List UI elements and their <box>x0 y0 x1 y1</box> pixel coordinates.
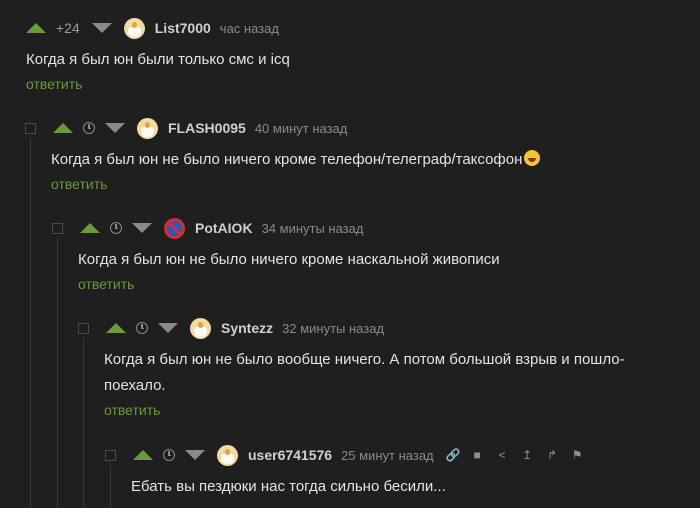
comment: PotAIOK 34 минуты назад Когда я был юн н… <box>52 216 700 292</box>
reply-link[interactable]: ответить <box>78 276 700 292</box>
comment-header: user6741576 25 минут назад 🔗 ■ < ↥ ↱ ⚑ <box>105 443 700 467</box>
comment-actions: 🔗 ■ < ↥ ↱ ⚑ <box>446 448 584 462</box>
collapse-toggle[interactable] <box>78 322 89 334</box>
upvote-button[interactable] <box>106 323 126 333</box>
comment-text: Когда я был юн не было ничего кроме теле… <box>51 147 700 173</box>
collapse-toggle[interactable] <box>52 222 63 234</box>
branch-icon[interactable]: ↱ <box>546 448 559 462</box>
comment-text: Ебать вы пездюки нас тогда сильно бесили… <box>131 478 446 495</box>
flag-icon[interactable]: ⚑ <box>571 448 584 462</box>
link-icon[interactable]: 🔗 <box>446 448 461 462</box>
scroll-up-icon[interactable]: ↥ <box>521 448 534 462</box>
comment-time[interactable]: 32 минуты назад <box>282 321 384 336</box>
clock-icon <box>110 222 122 234</box>
author-name[interactable]: user6741576 <box>248 447 332 463</box>
author-name[interactable]: PotAIOK <box>195 220 253 236</box>
clock-icon <box>163 449 175 461</box>
collapse-toggle[interactable] <box>105 449 116 461</box>
comment-text: Когда я был юн не было ничего кроме наск… <box>78 251 500 268</box>
upvote-button[interactable] <box>133 450 153 460</box>
comment-time[interactable]: 25 минут назад <box>341 448 434 463</box>
comment: FLASH0095 40 минут назад Когда я был юн … <box>25 116 700 192</box>
downvote-button[interactable] <box>158 323 178 333</box>
comment-header: +24 List7000 час назад <box>26 16 700 40</box>
downvote-button[interactable] <box>105 123 125 133</box>
downvote-button[interactable] <box>185 450 205 460</box>
clock-icon <box>83 122 95 134</box>
comment-text: Когда я был юн были только смс и icq <box>26 51 290 68</box>
clock-icon <box>136 322 148 334</box>
upvote-button[interactable] <box>80 223 100 233</box>
downvote-button[interactable] <box>132 223 152 233</box>
comment-text-line: Когда я был юн не было вообще ничего. А … <box>104 351 625 368</box>
avatar[interactable] <box>137 117 158 139</box>
save-icon[interactable]: ■ <box>471 448 484 462</box>
comment-text-line: поехало. <box>104 377 166 394</box>
avatar[interactable] <box>164 217 185 239</box>
rating-score: +24 <box>56 20 80 36</box>
comment: +24 List7000 час назад Когда я был юн бы… <box>26 16 700 92</box>
comment-time[interactable]: час назад <box>220 21 279 36</box>
downvote-button[interactable] <box>91 23 112 33</box>
author-name[interactable]: Syntezz <box>221 320 273 336</box>
laughing-emoji-icon <box>524 150 541 166</box>
collapse-toggle[interactable] <box>25 122 36 134</box>
upvote-button[interactable] <box>26 23 46 33</box>
share-icon[interactable]: < <box>496 448 509 462</box>
reply-link[interactable]: ответить <box>104 402 700 418</box>
comment-text: Когда я был юн не было вообще ничего. А … <box>104 347 700 399</box>
author-name[interactable]: FLASH0095 <box>168 120 246 136</box>
comment: Syntezz 32 минуты назад Когда я был юн н… <box>78 316 700 418</box>
upvote-button[interactable] <box>53 123 73 133</box>
comment-header: FLASH0095 40 минут назад <box>25 116 700 140</box>
comment-time[interactable]: 34 минуты назад <box>262 221 364 236</box>
comment-header: PotAIOK 34 минуты назад <box>52 216 700 240</box>
reply-link[interactable]: ответить <box>26 76 700 92</box>
avatar[interactable] <box>123 17 145 39</box>
thread-line <box>30 138 31 508</box>
comment-text-body: Когда я был юн не было ничего кроме теле… <box>51 151 523 168</box>
author-name[interactable]: List7000 <box>155 20 211 36</box>
avatar[interactable] <box>190 317 211 339</box>
comment: user6741576 25 минут назад 🔗 ■ < ↥ ↱ ⚑ Е… <box>105 443 700 500</box>
comment-header: Syntezz 32 минуты назад <box>78 316 700 340</box>
avatar[interactable] <box>217 444 238 466</box>
reply-link[interactable]: ответить <box>51 176 700 192</box>
comment-time[interactable]: 40 минут назад <box>255 121 348 136</box>
